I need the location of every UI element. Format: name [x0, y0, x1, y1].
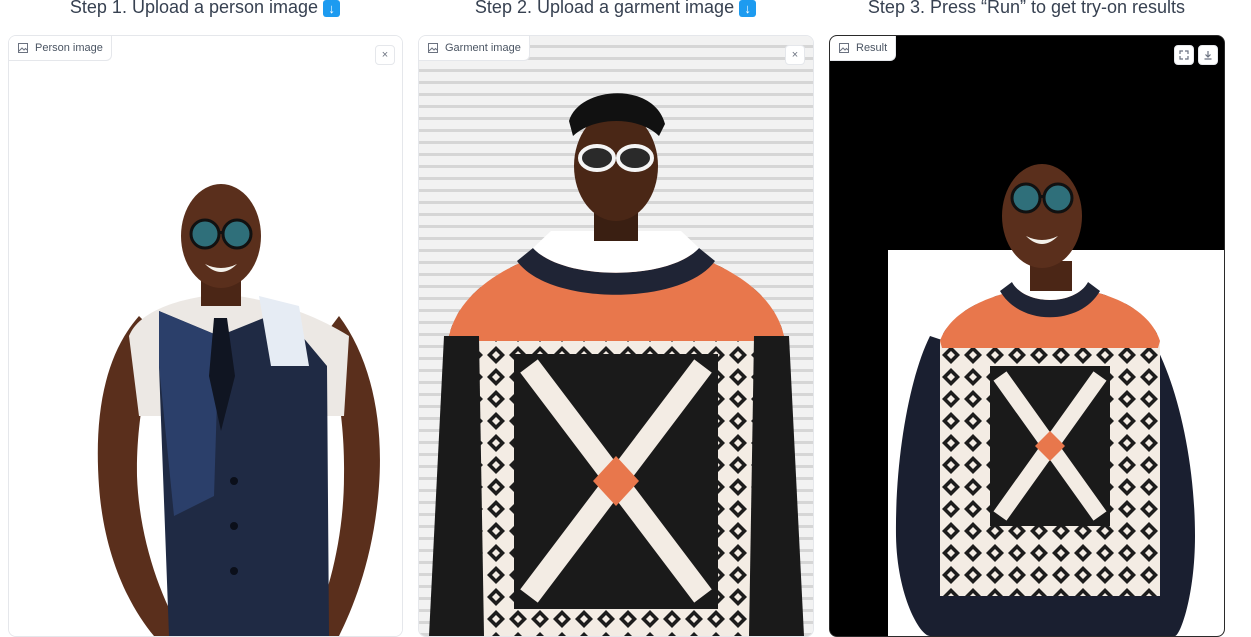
image-icon [839, 43, 849, 53]
download-icon [1204, 51, 1212, 60]
result-label-text: Result [856, 42, 888, 54]
fullscreen-button[interactable] [1174, 45, 1194, 65]
garment-image-label-text: Garment image [445, 42, 521, 54]
step-3-text: Step 3. Press “Run” to get try-on result… [867, 0, 1186, 17]
person-image-label: Person image [9, 36, 112, 61]
clear-garment-image-button[interactable]: × [785, 45, 805, 65]
image-icon [18, 43, 28, 53]
step-2-text: Step 2. Upload a garment image [474, 0, 735, 17]
download-button[interactable] [1198, 45, 1218, 65]
result-panel[interactable]: Result [829, 35, 1225, 637]
step-1-text: Step 1. Upload a person image [69, 0, 319, 17]
close-icon: × [381, 49, 389, 61]
person-image-label-text: Person image [35, 42, 103, 54]
garment-photo [419, 36, 813, 636]
step-2-title: Step 2. Upload a garment image ↓ [418, 0, 813, 20]
person-image-panel[interactable]: Person image × [8, 35, 403, 637]
result-label: Result [830, 36, 897, 61]
result-photo [830, 36, 1224, 636]
step-1-title: Step 1. Upload a person image ↓ [8, 0, 402, 20]
person-photo [9, 36, 402, 636]
garment-image-panel[interactable]: Garment image × [418, 35, 814, 637]
down-arrow-icon: ↓ [323, 0, 341, 17]
down-arrow-icon: ↓ [739, 0, 757, 17]
garment-image-label: Garment image [419, 36, 530, 61]
image-icon [428, 43, 438, 53]
step-3-title: Step 3. Press “Run” to get try-on result… [829, 0, 1224, 20]
fullscreen-icon [1179, 50, 1189, 60]
clear-person-image-button[interactable]: × [375, 45, 395, 65]
close-icon: × [791, 49, 799, 61]
